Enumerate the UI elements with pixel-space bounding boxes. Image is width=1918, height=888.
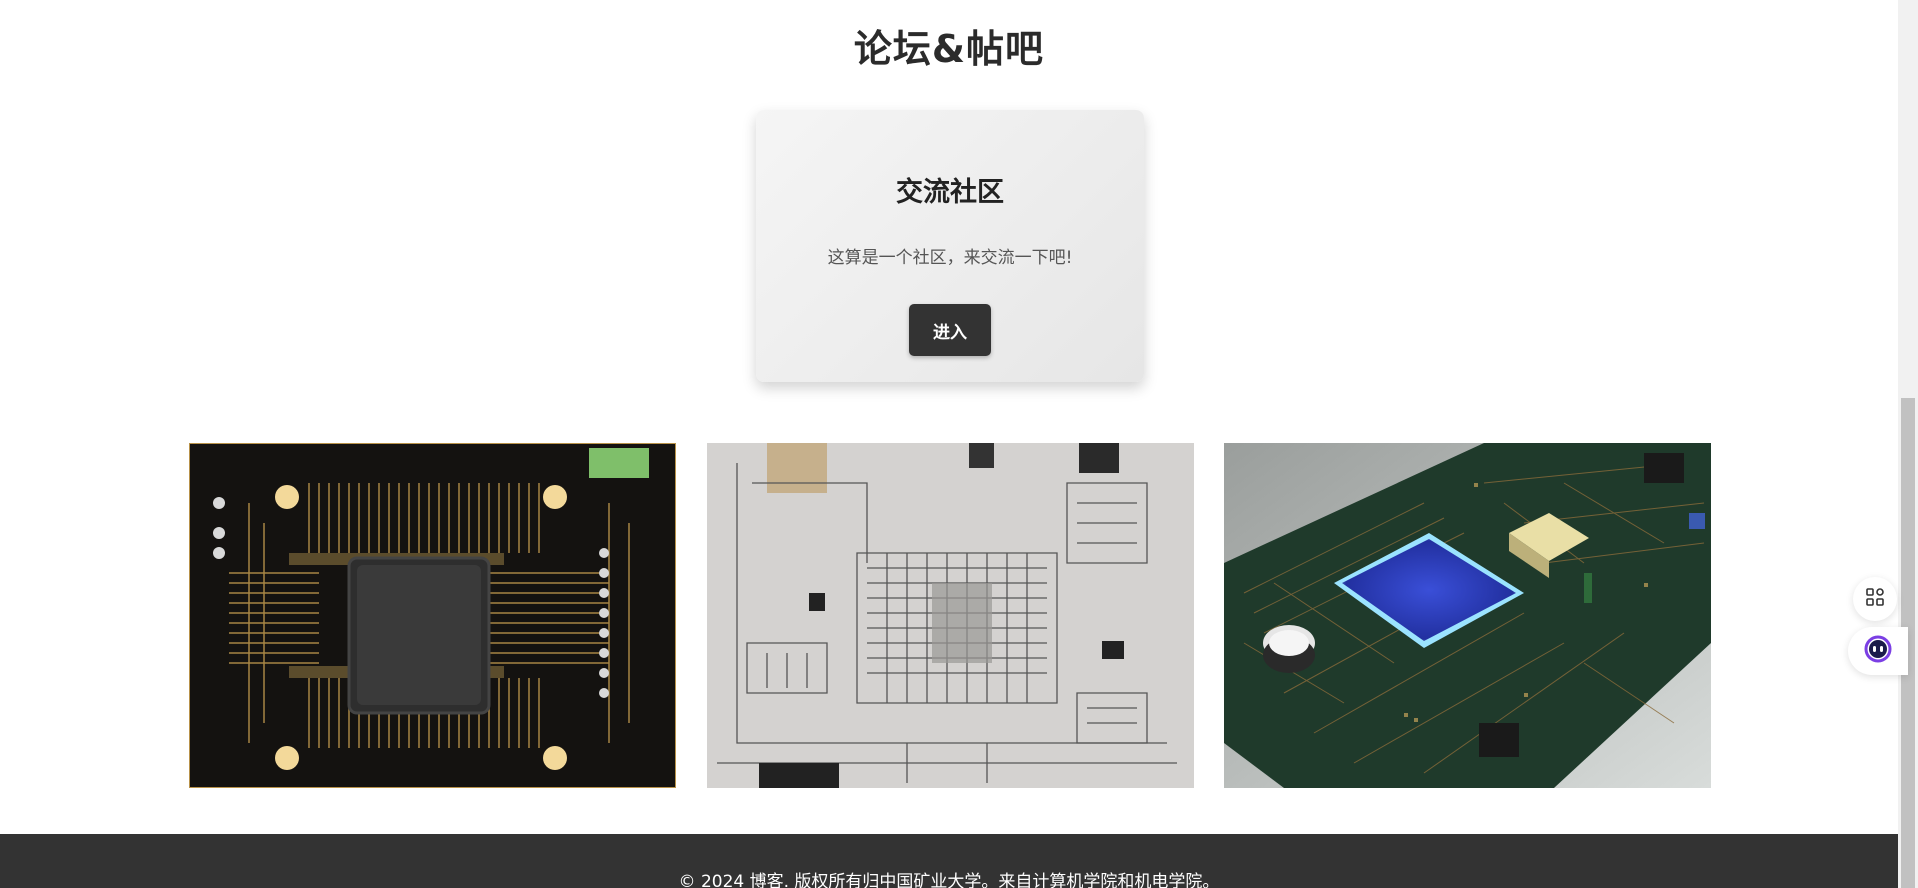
community-card: 交流社区 这算是一个社区，来交流一下吧! 进入 (756, 110, 1144, 382)
circuit-board-chip-dark-image (189, 443, 676, 788)
footer-copyright: © 2024 博客. 版权所有归中国矿业大学。来自计算机学院和机电学院。 (678, 872, 1220, 888)
footer: © 2024 博客. 版权所有归中国矿业大学。来自计算机学院和机电学院。 (0, 834, 1898, 888)
apps-grid-button[interactable] (1853, 577, 1897, 621)
page: 论坛&帖吧 交流社区 这算是一个社区，来交流一下吧! 进入 © 2024 博客.… (0, 0, 1918, 888)
enter-button[interactable]: 进入 (909, 304, 991, 356)
assistant-button[interactable] (1848, 627, 1908, 675)
section-title: 论坛&帖吧 (853, 27, 1045, 71)
card-description: 这算是一个社区，来交流一下吧! (827, 248, 1073, 268)
vertical-scrollbar[interactable] (1898, 0, 1918, 888)
card-title: 交流社区 (896, 177, 1004, 208)
main-content: 论坛&帖吧 交流社区 这算是一个社区，来交流一下吧! 进入 © 2024 博客.… (0, 0, 1898, 888)
assistant-face-icon (1863, 634, 1893, 668)
pcb-blue-chip-image (1224, 443, 1711, 788)
grid-apps-icon (1865, 587, 1885, 611)
circuit-schematic-sketch-image (707, 443, 1194, 788)
